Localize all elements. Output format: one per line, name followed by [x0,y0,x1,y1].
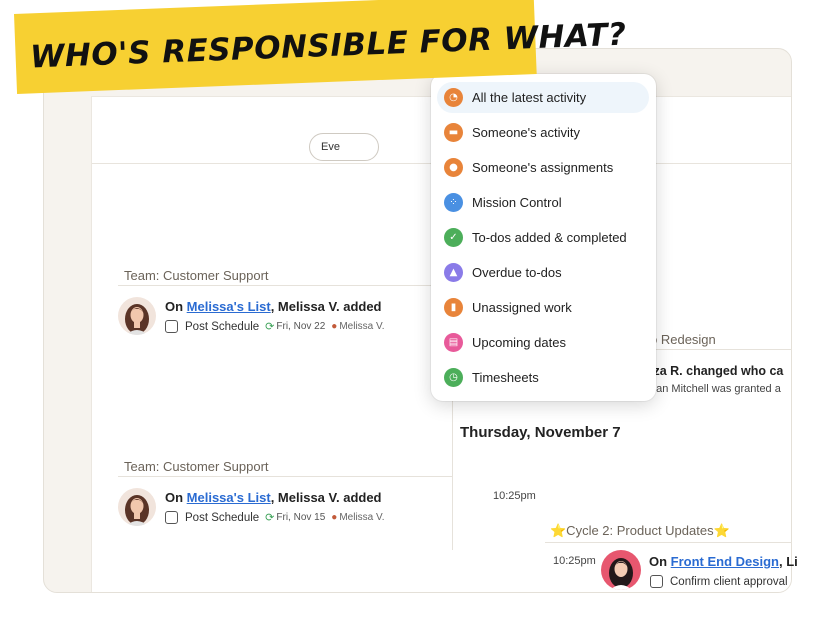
team-divider [650,349,792,350]
person-icon: ● [444,158,463,177]
briefcase-icon: ▬ [444,123,463,142]
assignee-icon: ● [331,321,338,332]
entry-title: On Melissa's List, Melissa V. added [165,299,382,314]
team-divider [545,542,792,543]
recurring-icon: ⟳ [265,321,275,333]
menu-item-someones-activity[interactable]: ▬ Someone's activity [437,117,649,148]
menu-item-upcoming-dates[interactable]: ▤ Upcoming dates [437,327,649,358]
todo-text[interactable]: Confirm client approval [670,576,788,588]
menu-item-latest-activity[interactable]: ◔ All the latest activity [437,82,649,113]
todo-text[interactable]: Post Schedule [185,321,259,333]
clock-icon: ◔ [444,88,463,107]
todo-item: Confirm client approval [650,575,794,588]
project-label: ⭐Cycle 2: Product Updates⭐ [550,523,730,538]
entry-time: 10:25pm [553,555,596,567]
menu-item-unassigned-work[interactable]: ▮ Unassigned work [437,292,649,323]
stopwatch-icon: ◷ [444,368,463,387]
todo-checkbox[interactable] [650,575,663,588]
todo-checkbox[interactable] [165,511,178,524]
todo-item: Post Schedule ⟳ Fri, Nov 22 ● Melissa V. [165,320,385,333]
menu-item-todos-added-completed[interactable]: ✓ To-dos added & completed [437,222,649,253]
menu-item-someones-assignments[interactable]: ● Someone's assignments [437,152,649,183]
filter-pill-everything[interactable]: Eve [309,133,379,161]
day-heading: Thursday, November 7 [460,424,621,441]
entry-title: On Front End Design, Li [649,554,798,569]
menu-item-mission-control[interactable]: ⁘ Mission Control [437,187,649,218]
gauge-icon: ⁘ [444,193,463,212]
todo-item: Post Schedule ⟳ Fri, Nov 15 ● Melissa V. [165,511,385,524]
list-link[interactable]: Melissa's List [187,299,271,314]
team-label: Team: Customer Support [124,268,269,283]
clipboard-icon: ▮ [444,298,463,317]
bell-icon: ▲ [444,263,463,282]
team-divider [118,285,452,286]
team-label: Team: Customer Support [124,459,269,474]
due-date: Fri, Nov 22 [276,321,326,332]
entry-title: On Melissa's List, Melissa V. added [165,490,382,505]
avatar[interactable] [118,297,156,335]
todo-text[interactable]: Post Schedule [185,512,259,524]
menu-item-overdue-todos[interactable]: ▲ Overdue to-dos [437,257,649,288]
avatar[interactable] [601,550,641,590]
entry-time: 10:25pm [493,490,536,502]
menu-item-timesheets[interactable]: ◷ Timesheets [437,362,649,393]
check-icon: ✓ [444,228,463,247]
avatar[interactable] [118,488,156,526]
assignee-icon: ● [331,512,338,523]
assignee-name: Melissa V. [339,321,385,332]
activity-filter-menu: ◔ All the latest activity ▬ Someone's ac… [431,74,656,401]
calendar-icon: ▤ [444,333,463,352]
project-label: o Redesign [650,332,716,347]
entry-detail: ean Mitchell was granted a [650,383,781,395]
todo-checkbox[interactable] [165,320,178,333]
assignee-name: Melissa V. [339,512,385,523]
recurring-icon: ⟳ [265,512,275,524]
due-date: Fri, Nov 15 [276,512,326,523]
entry-title: iza R. changed who ca [650,364,784,378]
list-link[interactable]: Melissa's List [187,490,271,505]
list-link[interactable]: Front End Design [671,554,779,569]
team-divider [118,476,452,477]
